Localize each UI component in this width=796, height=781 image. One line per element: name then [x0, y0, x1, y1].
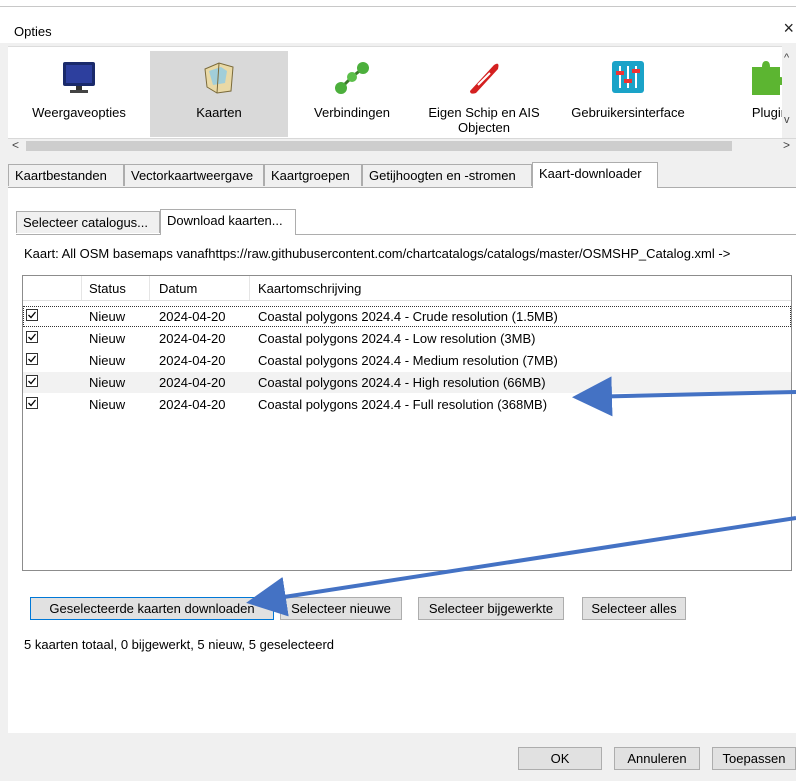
toolbar-item-weergaveopties[interactable]: Weergaveopties [8, 51, 150, 137]
download-selected-button[interactable]: Geselecteerde kaarten downloaden [30, 597, 274, 620]
tab-kaartgroepen[interactable]: Kaartgroepen [264, 164, 362, 186]
column-header-datum[interactable]: Datum [159, 281, 197, 296]
cancel-button[interactable]: Annuleren [614, 747, 700, 770]
chart-map-icon [204, 62, 234, 94]
window-title: Opties [14, 24, 52, 39]
row-date: 2024-04-20 [159, 353, 226, 368]
category-toolbar: Weergaveopties Kaarten Verbindingen Eige… [8, 46, 796, 139]
row-date: 2024-04-20 [159, 397, 226, 412]
toolbar-label: Kaarten [196, 105, 242, 120]
select-new-button[interactable]: Selecteer nieuwe [280, 597, 402, 620]
row-checkbox[interactable] [26, 397, 38, 409]
scroll-right-icon[interactable]: > [783, 138, 790, 152]
tab-selecteer-catalogus[interactable]: Selecteer catalogus... [16, 211, 160, 233]
scroll-left-icon[interactable]: < [12, 138, 19, 152]
chart-count-status: 5 kaarten totaal, 0 bijgewerkt, 5 nieuw,… [24, 637, 335, 652]
scroll-down-icon[interactable]: v [784, 114, 790, 126]
select-updated-button[interactable]: Selecteer bijgewerkte [418, 597, 564, 620]
column-separator [81, 276, 82, 300]
apply-button[interactable]: Toepassen [712, 747, 796, 770]
row-date: 2024-04-20 [159, 309, 226, 324]
toolbar-item-gebruikersinterface[interactable]: Gebruikersinterface [552, 51, 704, 137]
toolbar-horizontal-scrollbar[interactable]: < > [8, 138, 796, 154]
tab-download-kaarten[interactable]: Download kaarten... [160, 209, 296, 235]
toolbar-label: Verbindingen [314, 105, 390, 120]
table-row[interactable]: Nieuw 2024-04-20 Coastal polygons 2024.4… [23, 350, 791, 371]
row-checkbox[interactable] [26, 309, 38, 321]
toolbar-item-eigen-schip[interactable]: Eigen Schip en AIS Objecten [416, 51, 552, 137]
toolbar-label: Plugin [751, 105, 788, 120]
puzzle-icon [752, 61, 786, 95]
select-all-button[interactable]: Selecteer alles [582, 597, 686, 620]
tab-kaart-downloader[interactable]: Kaart-downloader [532, 162, 658, 188]
row-status: Nieuw [89, 331, 126, 346]
row-date: 2024-04-20 [159, 331, 226, 346]
list-header: Status Datum Kaartomschrijving [23, 276, 791, 301]
title-bar: Opties × [0, 7, 796, 43]
monitor-icon [63, 62, 95, 93]
toolbar-vertical-scrollbar[interactable]: ^ v [782, 46, 796, 138]
catalog-source-label: Kaart: All OSM basemaps vanafhttps://raw… [24, 246, 731, 261]
row-checkbox[interactable] [26, 331, 38, 343]
row-status: Nieuw [89, 353, 126, 368]
column-separator [149, 276, 150, 300]
row-status: Nieuw [89, 375, 126, 390]
close-icon[interactable]: × [783, 19, 794, 37]
scrollbar-thumb[interactable] [26, 141, 732, 151]
table-row[interactable]: Nieuw 2024-04-20 Coastal polygons 2024.4… [23, 372, 791, 393]
toolbar-item-verbindingen[interactable]: Verbindingen [288, 51, 416, 137]
column-header-omschrijving[interactable]: Kaartomschrijving [258, 281, 361, 296]
row-description: Coastal polygons 2024.4 - High resolutio… [258, 375, 546, 390]
ship-icon [470, 63, 499, 94]
tab-vectorkaartweergave[interactable]: Vectorkaartweergave [124, 164, 264, 186]
row-description: Coastal polygons 2024.4 - Full resolutio… [258, 397, 548, 412]
connections-icon [335, 62, 369, 94]
table-row[interactable]: Nieuw 2024-04-20 Coastal polygons 2024.4… [23, 306, 791, 327]
toolbar-label: Gebruikersinterface [571, 105, 685, 120]
row-date: 2024-04-20 [159, 375, 226, 390]
ok-button[interactable]: OK [518, 747, 602, 770]
row-description: Coastal polygons 2024.4 - Crude resoluti… [258, 309, 558, 324]
column-header-status[interactable]: Status [89, 281, 126, 296]
tab-getijhoogten[interactable]: Getijhoogten en -stromen [362, 164, 532, 186]
toolbar-label: Weergaveopties [32, 105, 126, 120]
row-description: Coastal polygons 2024.4 - Low resolution… [258, 331, 536, 346]
scroll-up-icon[interactable]: ^ [784, 52, 789, 64]
chart-list[interactable]: Status Datum Kaartomschrijving Nieuw 202… [22, 275, 792, 571]
table-row[interactable]: Nieuw 2024-04-20 Coastal polygons 2024.4… [23, 328, 791, 349]
column-separator [249, 276, 250, 300]
table-row[interactable]: Nieuw 2024-04-20 Coastal polygons 2024.4… [23, 394, 791, 415]
toolbar-label: Eigen Schip en AIS Objecten [428, 105, 540, 135]
toolbar-item-plugin[interactable]: Plugin [704, 51, 790, 137]
sliders-icon [612, 61, 644, 93]
row-checkbox[interactable] [26, 375, 38, 387]
row-checkbox[interactable] [26, 353, 38, 365]
tab-kaartbestanden[interactable]: Kaartbestanden [8, 164, 124, 186]
row-status: Nieuw [89, 309, 126, 324]
toolbar-item-kaarten[interactable]: Kaarten [150, 51, 288, 137]
row-description: Coastal polygons 2024.4 - Medium resolut… [258, 353, 558, 368]
row-status: Nieuw [89, 397, 126, 412]
